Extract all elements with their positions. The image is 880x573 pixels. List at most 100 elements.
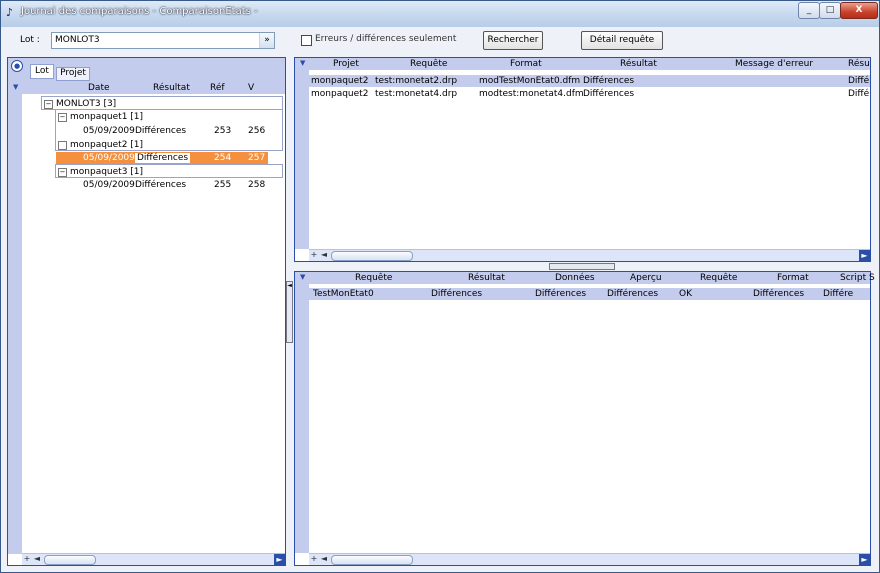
lot-dropdown[interactable]: MONLOT3 » — [51, 32, 275, 49]
tab-projet[interactable]: Projet — [56, 67, 90, 81]
cell-ref: 253 — [214, 126, 232, 136]
cell-resu: Diffé — [848, 76, 870, 86]
scrollbar-thumb[interactable] — [44, 555, 96, 565]
scroll-left-icon[interactable]: ◄ — [319, 554, 329, 565]
tree-group-label: monpaquet2 [1] — [70, 140, 144, 150]
sort-arrow-icon[interactable]: ▼ — [300, 273, 305, 281]
collapse-toggle-icon[interactable]: − — [58, 113, 67, 122]
tree-group-label: monpaquet3 [1] — [70, 167, 144, 177]
vertical-splitter[interactable]: ◄ — [286, 281, 293, 343]
row-gutter — [295, 284, 309, 553]
scroll-left-icon[interactable]: ◄ — [32, 554, 42, 565]
collapse-toggle-icon[interactable] — [58, 141, 67, 150]
scrollbar-thumb[interactable] — [331, 251, 413, 261]
search-button[interactable]: Rechercher — [483, 31, 543, 50]
cell-donnees: Différences — [535, 289, 587, 299]
cell-v: 258 — [248, 180, 266, 190]
cell-resultat: Différences — [583, 76, 635, 86]
cell-format: modtest:monetat4.dfm — [479, 89, 584, 99]
cell-v: 256 — [248, 126, 266, 136]
chevron-down-icon[interactable]: » — [259, 33, 274, 48]
column-header-format[interactable]: Format — [777, 273, 809, 283]
cell-resultat: Différences — [431, 289, 483, 299]
cell-result: Différences — [135, 126, 187, 136]
column-header-requete[interactable]: Requête — [355, 273, 392, 283]
scroll-left-icon[interactable]: ◄ — [319, 250, 329, 261]
cell-requete: test:monetat4.drp — [375, 89, 458, 99]
expand-icon[interactable]: + — [309, 250, 319, 261]
cell-ref: 254 — [214, 153, 232, 163]
row-gutter — [295, 70, 309, 249]
tab-lot[interactable]: Lot — [30, 64, 54, 79]
cell-projet: monpaquet2 — [311, 89, 369, 99]
sort-arrow-icon[interactable]: ▼ — [300, 59, 305, 67]
query-detail-button[interactable]: Détail requête — [581, 31, 663, 50]
cell-projet: monpaquet2 — [311, 76, 369, 86]
cell-format: modTestMonEtat0.dfm — [479, 76, 581, 86]
cell-format: Différences — [753, 289, 805, 299]
lot-tree-panel: ● Lot Projet ▼ Date Résultat Réf V − MON… — [7, 57, 286, 566]
cell-apercu: Différences — [607, 289, 659, 299]
table-row[interactable]: monpaquet2 test:monetat4.drp modtest:mon… — [309, 88, 870, 100]
top-results-grid: ▼ Projet Requête Format Résultat Message… — [294, 57, 871, 262]
column-header-date[interactable]: Date — [88, 83, 110, 93]
column-header-resu[interactable]: Résu — [848, 59, 870, 69]
table-row[interactable]: monpaquet2 test:monetat2.drp modTestMonE… — [309, 75, 870, 87]
column-header-result[interactable]: Résultat — [153, 83, 190, 93]
errors-only-checkbox[interactable] — [301, 35, 312, 46]
collapse-icon[interactable]: ● — [11, 60, 23, 72]
column-header-format[interactable]: Format — [510, 59, 542, 69]
cell-date: 05/09/2009 — [83, 126, 135, 136]
tree-leaf-row[interactable]: 05/09/2009 Différences 253 256 — [8, 125, 285, 138]
expand-icon[interactable]: + — [22, 554, 32, 565]
expand-icon[interactable]: + — [309, 554, 319, 565]
tab-strip: ● Lot Projet — [8, 58, 285, 82]
cell-requete: test:monetat2.drp — [375, 76, 458, 86]
window-title: Journal des comparaisons - ComparaisonEt… — [21, 6, 258, 17]
scroll-right-icon[interactable]: ► — [274, 554, 285, 565]
column-header-resultat[interactable]: Résultat — [620, 59, 657, 69]
scroll-right-icon[interactable]: ► — [859, 250, 870, 261]
column-header-donnees[interactable]: Données — [555, 273, 595, 283]
maximize-button[interactable]: □ — [819, 2, 841, 19]
title-bar: ♪ Journal des comparaisons - Comparaison… — [1, 1, 879, 27]
cell-date: 05/09/2009 — [83, 180, 135, 190]
top-grid-header: ▼ Projet Requête Format Résultat Message… — [295, 58, 870, 70]
tree-column-header: ▼ Date Résultat Réf V — [8, 82, 285, 94]
tree-group-label: monpaquet1 [1] — [70, 112, 144, 122]
table-row[interactable]: TestMonEtat0 Différences Différences Dif… — [309, 288, 870, 300]
horizontal-scrollbar[interactable]: + ◄ ► — [22, 553, 285, 565]
collapse-toggle-icon[interactable]: − — [58, 168, 67, 177]
column-header-requete-2[interactable]: Requête — [700, 273, 737, 283]
column-header-v[interactable]: V — [248, 83, 254, 93]
app-icon: ♪ — [6, 6, 14, 19]
cell-result: Différences — [135, 180, 187, 190]
column-header-message[interactable]: Message d'erreur — [735, 59, 813, 69]
horizontal-scrollbar[interactable]: + ◄ ► — [309, 249, 870, 261]
cell-ref: 255 — [214, 180, 232, 190]
bottom-grid-header: ▼ Requête Résultat Données Aperçu Requêt… — [295, 272, 875, 284]
sort-arrow-icon[interactable]: ▼ — [13, 83, 18, 91]
column-header-resultat[interactable]: Résultat — [468, 273, 505, 283]
tree-leaf-row[interactable]: 05/09/2009 Différences 255 258 — [8, 179, 285, 192]
column-header-requete[interactable]: Requête — [410, 59, 447, 69]
scrollbar-thumb[interactable] — [331, 555, 413, 565]
column-header-ref[interactable]: Réf — [210, 83, 225, 93]
minimize-button[interactable]: _ — [798, 2, 820, 19]
column-header-projet[interactable]: Projet — [333, 59, 359, 69]
scroll-right-icon[interactable]: ► — [859, 554, 870, 565]
column-header-script[interactable]: Script S — [840, 273, 875, 283]
column-header-apercu[interactable]: Aperçu — [630, 273, 662, 283]
cell-resu: Diffé — [848, 89, 870, 99]
tree-root-label: MONLOT3 [3] — [56, 99, 117, 109]
errors-only-label: Erreurs / différences seulement — [315, 34, 457, 44]
main-window: ♪ Journal des comparaisons - Comparaison… — [0, 0, 880, 573]
cell-requete-2: OK — [679, 289, 692, 299]
horizontal-splitter[interactable] — [549, 263, 615, 270]
toolbar: Lot : MONLOT3 » Erreurs / différences se… — [1, 27, 879, 55]
tree-leaf-row-selected[interactable]: 05/09/2009 Différences 254 257 — [8, 152, 285, 165]
collapse-toggle-icon[interactable]: − — [44, 100, 53, 109]
close-button[interactable]: X — [840, 2, 878, 19]
cell-result: Différences — [135, 153, 191, 163]
horizontal-scrollbar[interactable]: + ◄ ► — [309, 553, 870, 565]
